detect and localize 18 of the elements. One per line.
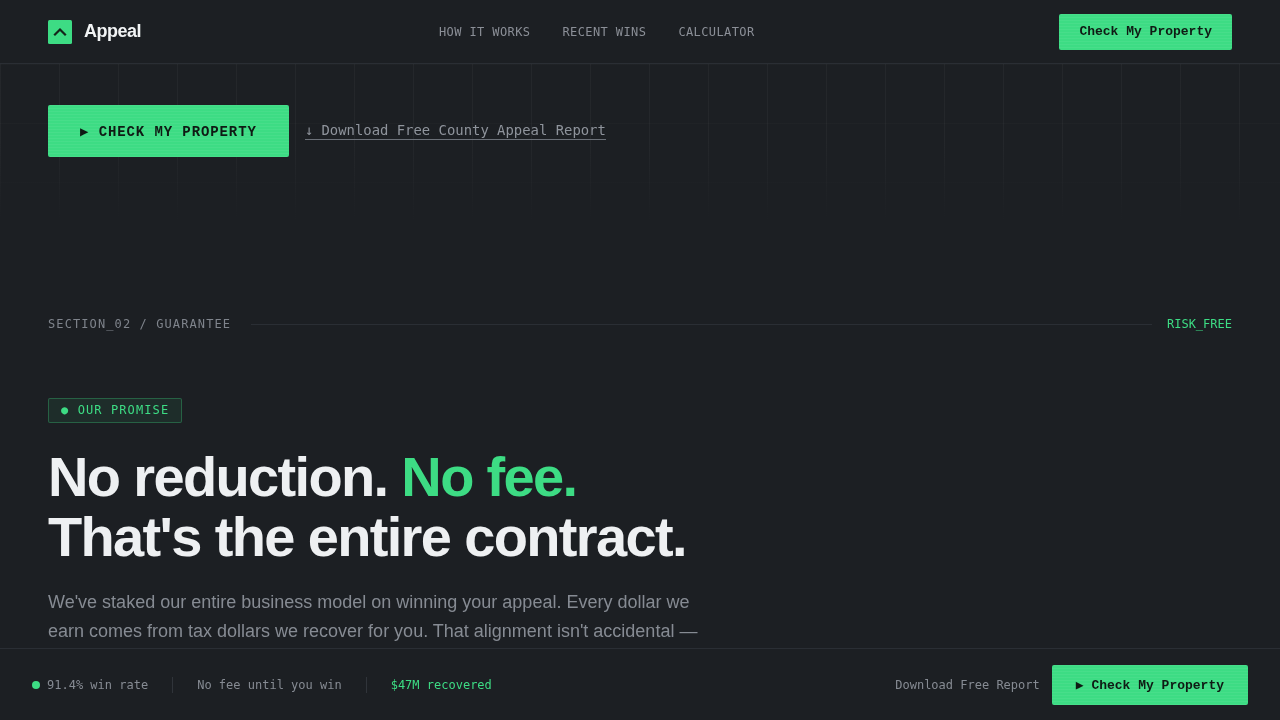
nav-link[interactable]: HOW IT WORKS	[439, 24, 531, 39]
stat-text: $47M recovered	[390, 677, 492, 692]
stat-text: 91.4% win rate	[47, 677, 149, 692]
nav-link[interactable]: RECENT WINS	[562, 24, 647, 39]
body-paragraph: We've staked our entire business model on winning your appeal. Every dollar we earn comes from tax dollars we recover for you. That alignment isn't accidental —	[48, 591, 699, 643]
check-property-button[interactable]: Check My Property	[1059, 13, 1232, 50]
promise-badge: ● OUR PROMISE	[48, 398, 183, 423]
check-property-button[interactable]: ▶ CHECK MY PROPERTY	[48, 105, 289, 157]
section-tag: RISK_FREE	[1166, 317, 1232, 331]
nav-link[interactable]: CALCULATOR	[678, 24, 755, 39]
download-report-link[interactable]: ↓ Download Free County Appeal Report	[304, 122, 606, 140]
stat-text: No fee until you win	[197, 677, 342, 692]
headline: No reduction. No fee. That's the entire contract.	[48, 447, 686, 567]
brand-name: Appeal	[84, 21, 141, 42]
chevron-up-logo-icon	[48, 19, 72, 44]
check-property-button[interactable]: ▶ Check My Property	[1051, 664, 1248, 705]
section-label: SECTION_02 / GUARANTEE	[48, 317, 232, 331]
download-report-link[interactable]: Download Free Report	[895, 677, 1040, 692]
